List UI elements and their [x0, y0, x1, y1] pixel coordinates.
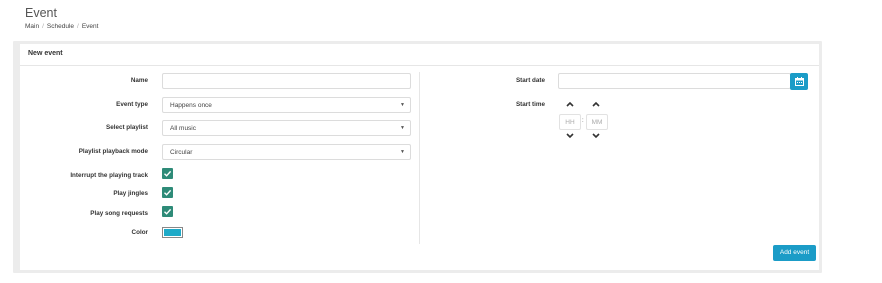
check-icon [164, 170, 172, 177]
add-event-button[interactable]: Add event [773, 245, 816, 261]
minute-increment-button[interactable] [591, 100, 601, 108]
jingles-checkbox[interactable] [162, 187, 173, 198]
panel-heading: New event [20, 44, 819, 66]
start-date-label: Start date [515, 77, 545, 84]
caret-down-icon: ▼ [400, 102, 405, 108]
event-type-label: Event type [116, 101, 148, 108]
caret-down-icon: ▼ [400, 149, 405, 155]
name-input[interactable] [162, 73, 411, 89]
interrupt-checkbox[interactable] [162, 168, 173, 179]
name-label: Name [130, 77, 148, 84]
start-time-label: Start time [515, 101, 545, 108]
playlist-select[interactable]: All music ▼ [162, 120, 411, 136]
minute-input[interactable]: MM [586, 114, 608, 130]
calendar-button[interactable] [790, 73, 808, 90]
playback-mode-label: Playlist playback mode [78, 148, 148, 155]
hour-increment-button[interactable] [565, 100, 575, 108]
chevron-up-icon [566, 101, 574, 107]
interrupt-label: Interrupt the playing track [70, 172, 148, 179]
playback-mode-value: Circular [170, 149, 193, 156]
breadcrumb-separator: / [42, 23, 44, 30]
breadcrumb-schedule[interactable]: Schedule [47, 23, 74, 30]
chevron-down-icon [592, 133, 600, 139]
hour-input[interactable]: HH [559, 114, 581, 130]
minute-decrement-button[interactable] [591, 132, 601, 140]
page-title: Event [25, 6, 57, 20]
column-divider [419, 72, 420, 244]
playlist-label: Select playlist [106, 124, 148, 131]
song-requests-label: Play song requests [90, 210, 148, 217]
event-type-select[interactable]: Happens once ▼ [162, 97, 411, 113]
hour-decrement-button[interactable] [565, 132, 575, 140]
chevron-down-icon [566, 133, 574, 139]
breadcrumb-separator: / [77, 23, 79, 30]
jingles-label: Play jingles [113, 190, 148, 197]
color-picker[interactable] [162, 227, 183, 238]
breadcrumb-main[interactable]: Main [25, 23, 39, 30]
chevron-up-icon [592, 101, 600, 107]
playlist-value: All music [170, 125, 197, 132]
playback-mode-select[interactable]: Circular ▼ [162, 144, 411, 160]
color-swatch [164, 229, 181, 236]
caret-down-icon: ▼ [400, 125, 405, 131]
breadcrumb: Main / Schedule / Event [25, 23, 98, 30]
check-icon [164, 208, 172, 215]
calendar-icon [794, 77, 804, 86]
start-date-input[interactable] [558, 73, 791, 89]
time-separator: : [582, 118, 584, 124]
color-label: Color [131, 229, 148, 236]
event-type-value: Happens once [170, 102, 212, 109]
check-icon [164, 189, 172, 196]
breadcrumb-event: Event [81, 23, 99, 30]
song-requests-checkbox[interactable] [162, 206, 173, 217]
